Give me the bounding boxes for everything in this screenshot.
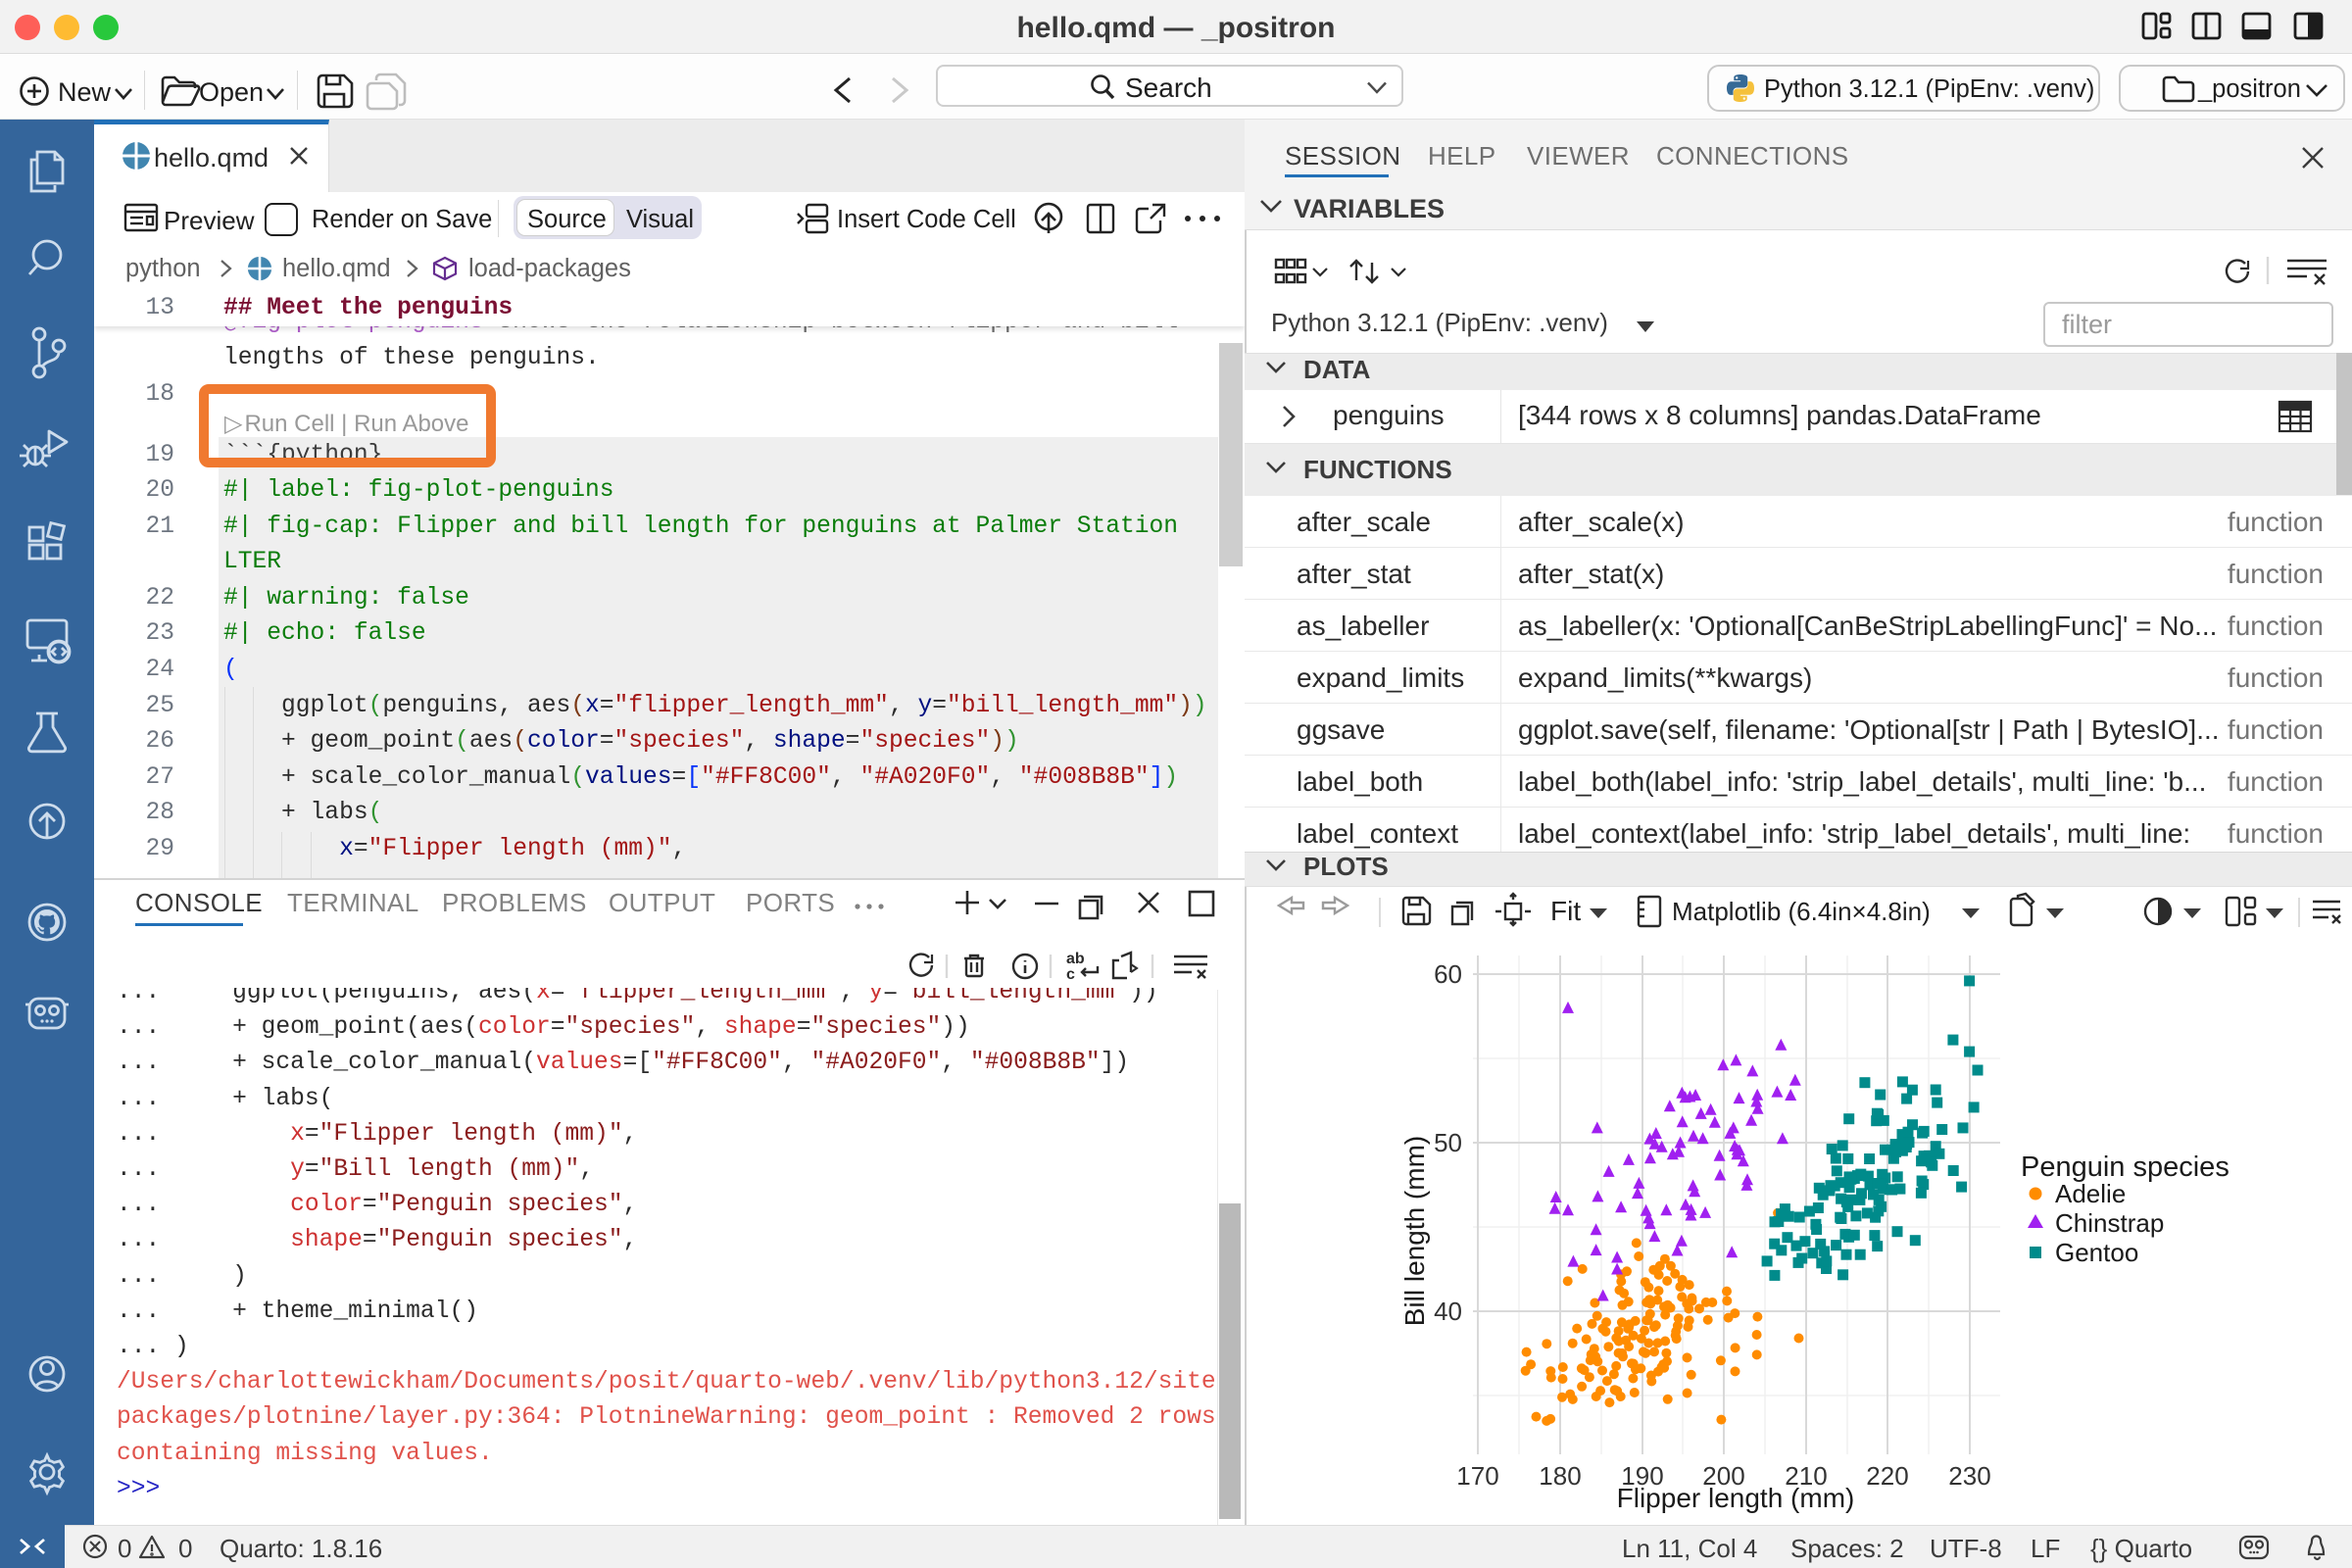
svg-text:170: 170 [1456,1461,1498,1491]
svg-text:Gentoo: Gentoo [2055,1238,2138,1267]
svg-text:60: 60 [1434,959,1462,989]
svg-text:40: 40 [1434,1297,1462,1326]
svg-text:Fit: Fit [1550,896,1581,926]
svg-text:Bill length (mm): Bill length (mm) [1399,1136,1430,1326]
svg-text:Adelie: Adelie [2055,1179,2126,1208]
svg-text:Matplotlib (6.4in×4.8in): Matplotlib (6.4in×4.8in) [1672,897,1931,926]
svg-text:ab: ab [1066,951,1085,967]
svg-text:Chinstrap: Chinstrap [2055,1208,2164,1238]
svg-text:220: 220 [1866,1461,1908,1491]
svg-text:Flipper length (mm): Flipper length (mm) [1617,1483,1855,1513]
svg-text:c: c [1066,966,1075,983]
svg-text:180: 180 [1539,1461,1581,1491]
svg-text:230: 230 [1948,1461,1990,1491]
svg-text:50: 50 [1434,1128,1462,1157]
